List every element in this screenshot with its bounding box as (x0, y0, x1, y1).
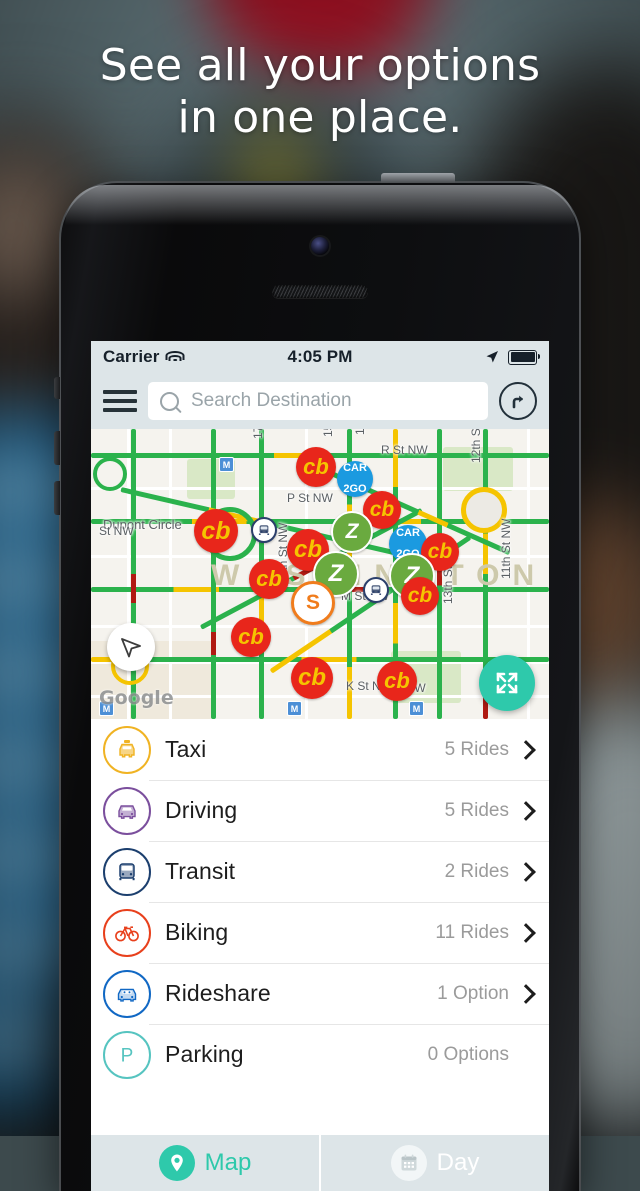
map-view[interactable]: WASHINGTON Dupont Circle P St NW R St NW M … (91, 429, 549, 719)
wifi-icon (165, 350, 185, 364)
tab-day[interactable]: Day (319, 1135, 549, 1191)
map-street-label: St NW (99, 524, 134, 538)
map-street-label: P St NW (287, 491, 333, 505)
search-bar[interactable] (148, 382, 488, 420)
map-marker-cabi[interactable]: cb (231, 617, 271, 657)
mode-row-taxi[interactable]: Taxi 5 Rides (91, 719, 549, 780)
earpiece-speaker (272, 285, 368, 298)
svg-text:P: P (121, 1045, 134, 1066)
metro-station-square-icon: M (409, 701, 424, 716)
front-camera-icon (311, 237, 329, 255)
power-button[interactable] (381, 173, 455, 183)
map-marker-scoot[interactable]: S (291, 581, 335, 625)
parking-p-icon: P (103, 1030, 151, 1079)
carrier-label: Carrier (103, 347, 160, 366)
chevron-right-icon[interactable] (516, 739, 536, 760)
navigation-bar (91, 373, 549, 429)
map-marker-cabi[interactable]: cb (194, 509, 238, 553)
map-attribution: Google (99, 687, 174, 709)
search-icon (160, 391, 179, 411)
mode-count: 0 Options (427, 1043, 509, 1065)
calendar-icon (390, 1145, 427, 1181)
tab-label: Map (204, 1149, 252, 1176)
chevron-right-icon[interactable] (516, 983, 536, 1004)
status-bar: Carrier 4:05 PM (91, 341, 549, 373)
mode-count: 1 Option (437, 982, 509, 1004)
mode-row-biking[interactable]: Biking 11 Rides (91, 902, 549, 963)
map-marker-cabi[interactable]: cb (249, 559, 289, 599)
map-marker-cabi[interactable]: cb (377, 661, 417, 701)
map-marker-cabi[interactable]: cb (401, 577, 439, 615)
car-icon (103, 786, 151, 835)
chevron-right-icon[interactable] (516, 922, 536, 943)
device-rim-highlight (65, 185, 575, 225)
mode-label: Rideshare (165, 980, 271, 1006)
map-street-label: 11th St NW (499, 518, 513, 579)
volume-down-button[interactable] (54, 481, 60, 515)
status-bar-left: Carrier (103, 347, 288, 367)
metro-station-square-icon: M (287, 701, 302, 716)
mode-label: Driving (165, 797, 238, 823)
mode-row-rideshare[interactable]: Rideshare 1 Option (91, 963, 549, 1024)
map-street-label: R St NW (381, 443, 428, 457)
taxi-icon (103, 725, 151, 774)
mode-count: 5 Rides (444, 738, 509, 760)
map-sheridan-circle (93, 457, 127, 491)
tab-label: Day (436, 1149, 480, 1176)
mode-count: 2 Rides (444, 860, 509, 882)
bottom-tab-bar: Map Day (91, 1135, 549, 1191)
ring-silent-switch[interactable] (54, 377, 60, 399)
mode-label: Parking (165, 1041, 244, 1067)
map-street-v2 (169, 429, 172, 719)
map-street-label: 15th St (321, 429, 335, 437)
mode-count: 5 Rides (444, 799, 509, 821)
headline-line-2: in one place. (177, 91, 463, 143)
mode-label: Taxi (165, 736, 207, 762)
mode-count: 11 Rides (435, 921, 509, 943)
bicycle-icon (103, 908, 151, 957)
map-marker-metro[interactable] (363, 577, 389, 603)
tab-map[interactable]: Map (91, 1135, 319, 1191)
mode-label: Biking (165, 919, 229, 945)
search-input[interactable] (189, 389, 476, 413)
locate-me-icon[interactable] (107, 623, 155, 671)
marketing-headline: See all your options in one place. (0, 40, 640, 144)
map-pin-icon (158, 1145, 195, 1181)
travel-modes-list: Taxi 5 Rides Driving 5 Rides Transit 2 Rides B… (91, 719, 549, 1085)
directions-turn-right-icon[interactable] (499, 382, 537, 420)
iphone-device-frame: Carrier 4:05 PM Search Destination WASHI… (54, 173, 581, 1191)
chevron-right-icon[interactable] (516, 861, 536, 882)
chevron-right-icon[interactable] (516, 800, 536, 821)
map-marker-car2go[interactable]: CAR2GO (337, 461, 373, 497)
mode-row-driving[interactable]: Driving 5 Rides (91, 780, 549, 841)
map-street-h6 (91, 625, 549, 628)
mode-label: Transit (165, 858, 236, 884)
volume-up-button[interactable] (54, 431, 60, 465)
mode-row-transit[interactable]: Transit 2 Rides (91, 841, 549, 902)
hamburger-menu-icon[interactable] (103, 388, 137, 414)
battery-full-icon (508, 349, 541, 365)
location-arrow-icon (486, 351, 499, 363)
headline-line-1: See all your options (99, 40, 541, 91)
expand-fullscreen-icon[interactable] (479, 655, 535, 711)
rideshare-icon (103, 969, 151, 1018)
map-street-label: 17th St (251, 429, 265, 439)
map-street-label: 12th St NW (469, 429, 483, 463)
phone-screen: Carrier 4:05 PM Search Destination WASHI… (91, 341, 549, 1191)
bus-icon (103, 847, 151, 896)
map-marker-zip[interactable]: Z (331, 511, 373, 553)
map-marker-cabi[interactable]: cb (296, 447, 336, 487)
metro-station-square-icon: M (219, 457, 234, 472)
status-bar-right (352, 349, 541, 365)
status-bar-time: 4:05 PM (287, 347, 353, 366)
map-marker-cabi[interactable]: cb (291, 657, 333, 699)
mode-row-parking[interactable]: P Parking 0 Options (91, 1024, 549, 1085)
map-street-label: 14th St NW (353, 429, 367, 435)
map-marker-metro[interactable] (251, 517, 277, 543)
